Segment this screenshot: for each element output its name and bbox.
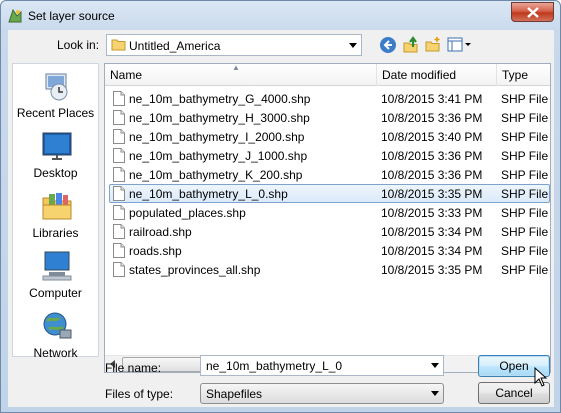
file-type: SHP File bbox=[501, 130, 549, 144]
place-label: Network bbox=[33, 346, 78, 360]
place-label: Recent Places bbox=[16, 106, 95, 120]
file-name: ne_10m_bathymetry_L_0.shp bbox=[129, 187, 288, 201]
file-icon bbox=[113, 186, 125, 201]
place-label: Libraries bbox=[32, 226, 79, 240]
file-date-modified: 10/8/2015 3:34 PM bbox=[381, 225, 483, 239]
file-name: ne_10m_bathymetry_I_2000.shp bbox=[129, 130, 305, 144]
file-name: railroad.shp bbox=[129, 225, 192, 239]
file-name: ne_10m_bathymetry_H_3000.shp bbox=[129, 111, 310, 125]
place-network[interactable]: Network bbox=[13, 308, 98, 366]
place-desktop[interactable]: Desktop bbox=[13, 128, 98, 186]
file-date-modified: 10/8/2015 3:36 PM bbox=[381, 149, 483, 163]
file-type: SHP File bbox=[501, 168, 549, 182]
file-row[interactable]: roads.shp 10/8/2015 3:34 PM SHP File bbox=[105, 241, 550, 260]
look-in-value: Untitled_America bbox=[129, 39, 221, 53]
place-label: Computer bbox=[29, 286, 82, 300]
file-type: SHP File bbox=[501, 206, 549, 220]
file-date-modified: 10/8/2015 3:35 PM bbox=[381, 187, 483, 201]
file-date-modified: 10/8/2015 3:34 PM bbox=[381, 244, 483, 258]
file-row[interactable]: ne_10m_bathymetry_I_2000.shp 10/8/2015 3:… bbox=[105, 127, 550, 146]
recent-places-icon bbox=[40, 70, 74, 102]
computer-icon bbox=[40, 250, 74, 282]
set-layer-source-dialog: Set layer source Look in: Untitled_Ameri… bbox=[0, 0, 561, 413]
file-name: roads.shp bbox=[129, 244, 182, 258]
file-name: states_provinces_all.shp bbox=[129, 263, 261, 277]
file-icon bbox=[113, 224, 125, 239]
column-header-name[interactable]: Name ▲ bbox=[105, 64, 377, 86]
file-row[interactable]: ne_10m_bathymetry_J_1000.shp 10/8/2015 3:… bbox=[105, 146, 550, 165]
column-header-date-modified[interactable]: Date modified bbox=[377, 64, 497, 86]
view-menu-button[interactable] bbox=[446, 34, 474, 56]
file-row[interactable]: ne_10m_bathymetry_G_4000.shp 10/8/2015 3:… bbox=[105, 89, 550, 108]
file-date-modified: 10/8/2015 3:40 PM bbox=[381, 130, 483, 144]
close-button[interactable] bbox=[511, 2, 554, 22]
file-date-modified: 10/8/2015 3:36 PM bbox=[381, 111, 483, 125]
file-type: SHP File bbox=[501, 244, 549, 258]
file-type: SHP File bbox=[501, 149, 549, 163]
file-row[interactable]: populated_places.shp 10/8/2015 3:33 PM SHP… bbox=[105, 203, 550, 222]
column-header-type[interactable]: Type bbox=[497, 64, 550, 86]
folder-icon bbox=[111, 38, 126, 54]
files-of-type-select[interactable]: Shapefiles bbox=[200, 383, 444, 404]
place-computer[interactable]: Computer bbox=[13, 248, 98, 306]
file-row[interactable]: railroad.shp 10/8/2015 3:34 PM SHP File bbox=[105, 222, 550, 241]
sort-ascending-icon: ▲ bbox=[232, 63, 240, 72]
new-folder-icon bbox=[425, 37, 440, 52]
file-icon bbox=[113, 110, 125, 125]
file-type: SHP File bbox=[501, 187, 549, 201]
file-type: SHP File bbox=[501, 225, 549, 239]
file-date-modified: 10/8/2015 3:35 PM bbox=[381, 263, 483, 277]
file-name: ne_10m_bathymetry_G_4000.shp bbox=[129, 92, 311, 106]
libraries-icon bbox=[40, 190, 74, 222]
file-date-modified: 10/8/2015 3:41 PM bbox=[381, 92, 483, 106]
files-of-type-label: Files of type: bbox=[105, 387, 174, 401]
mouse-pointer-icon bbox=[534, 366, 548, 390]
list-header: Name ▲ Date modified Type bbox=[105, 64, 550, 86]
file-icon bbox=[113, 262, 125, 277]
file-date-modified: 10/8/2015 3:36 PM bbox=[381, 168, 483, 182]
back-button[interactable] bbox=[377, 34, 399, 56]
file-type: SHP File bbox=[501, 263, 549, 277]
new-folder-button[interactable] bbox=[422, 34, 444, 56]
places-bar: Recent Places Desktop Libraries Computer bbox=[12, 63, 99, 360]
file-name: ne_10m_bathymetry_K_200.shp bbox=[129, 168, 303, 182]
file-icon bbox=[113, 205, 125, 220]
file-list: Name ▲ Date modified Type ne_10m_bathyme… bbox=[104, 63, 551, 373]
file-row[interactable]: ne_10m_bathymetry_H_3000.shp 10/8/2015 3:… bbox=[105, 108, 550, 127]
file-icon bbox=[113, 167, 125, 182]
chevron-down-icon[interactable] bbox=[431, 363, 439, 368]
place-label: Desktop bbox=[33, 166, 78, 180]
up-folder-button[interactable] bbox=[400, 34, 422, 56]
window-title: Set layer source bbox=[28, 9, 115, 23]
file-name-input[interactable]: ne_10m_bathymetry_L_0 bbox=[200, 355, 444, 376]
place-recent-places[interactable]: Recent Places bbox=[13, 68, 98, 126]
back-arrow-icon bbox=[380, 37, 396, 53]
chevron-down-icon[interactable] bbox=[431, 391, 439, 396]
desktop-icon bbox=[40, 130, 74, 162]
file-icon bbox=[113, 148, 125, 163]
file-name: ne_10m_bathymetry_J_1000.shp bbox=[129, 149, 308, 163]
file-name: populated_places.shp bbox=[129, 206, 246, 220]
view-menu-icon bbox=[447, 37, 471, 52]
file-icon bbox=[113, 243, 125, 258]
file-date-modified: 10/8/2015 3:33 PM bbox=[381, 206, 483, 220]
file-icon bbox=[113, 91, 125, 106]
file-icon bbox=[113, 129, 125, 144]
dialog-client: Look in: Untitled_America Recent Places … bbox=[8, 30, 554, 407]
app-icon bbox=[6, 7, 24, 25]
chevron-down-icon[interactable] bbox=[349, 43, 357, 48]
up-folder-icon bbox=[403, 36, 418, 53]
place-libraries[interactable]: Libraries bbox=[13, 188, 98, 246]
title-bar[interactable]: Set layer source bbox=[1, 1, 560, 31]
file-type: SHP File bbox=[501, 111, 549, 125]
file-row[interactable]: ne_10m_bathymetry_K_200.shp 10/8/2015 3:3… bbox=[105, 165, 550, 184]
file-row[interactable]: states_provinces_all.shp 10/8/2015 3:35 P… bbox=[105, 260, 550, 279]
file-name-label: File name: bbox=[105, 361, 162, 375]
network-icon bbox=[40, 310, 74, 342]
close-icon bbox=[526, 6, 539, 18]
look-in-combo[interactable]: Untitled_America bbox=[106, 34, 362, 56]
file-row[interactable]: ne_10m_bathymetry_L_0.shp 10/8/2015 3:35 … bbox=[105, 184, 550, 203]
look-in-label: Look in: bbox=[57, 38, 100, 52]
file-type: SHP File bbox=[501, 92, 549, 106]
